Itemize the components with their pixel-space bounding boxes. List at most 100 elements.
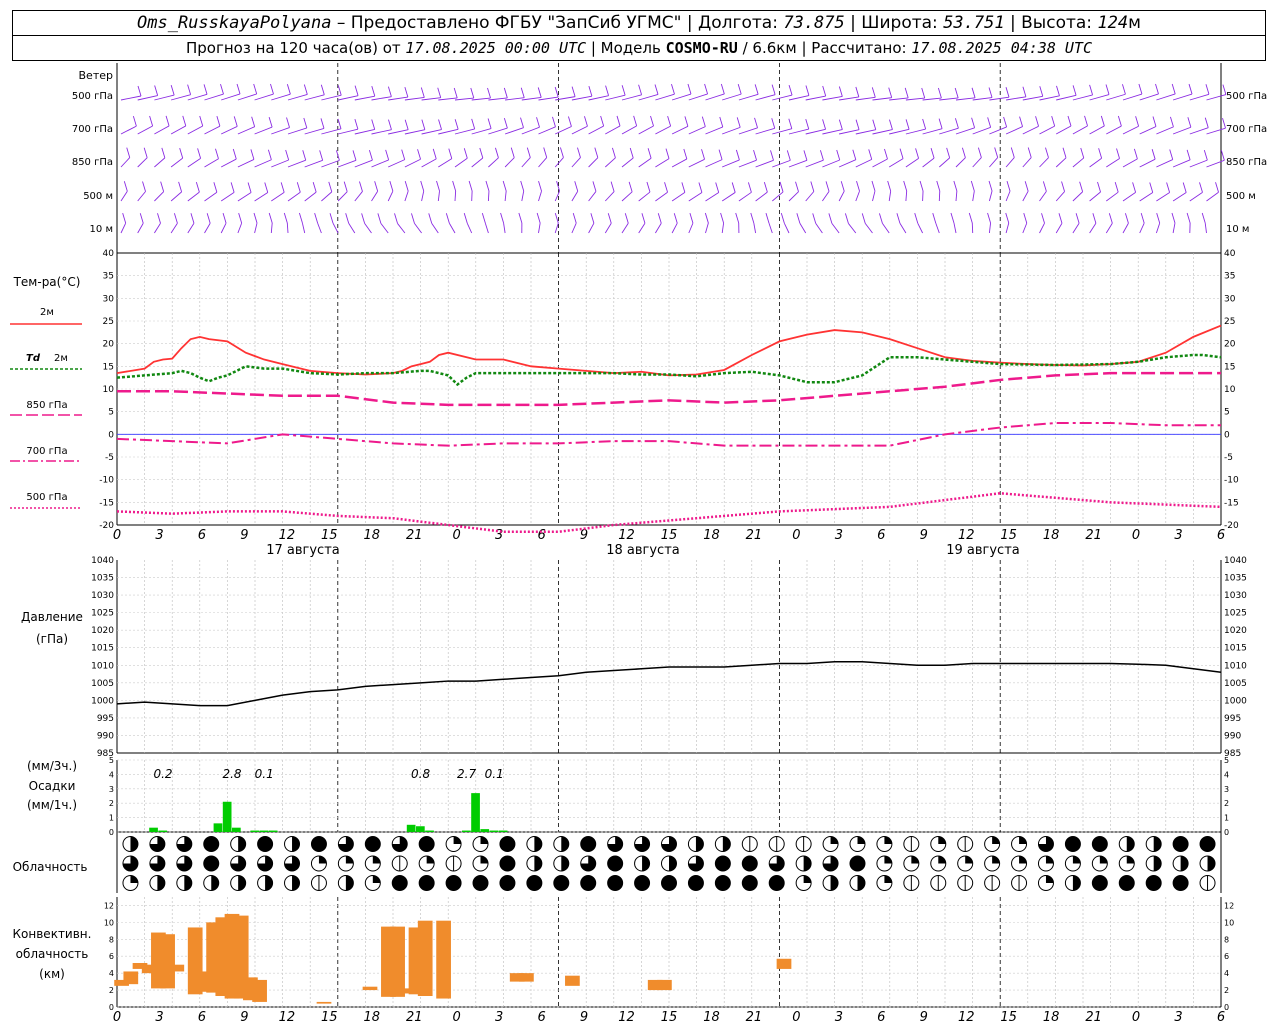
cloud-cover-full bbox=[1092, 836, 1108, 852]
temp-ytick-right: 10 bbox=[1224, 385, 1236, 395]
wind-barb-shaft bbox=[154, 125, 170, 135]
wind-barb-shaft bbox=[187, 223, 195, 234]
hour-tick-conv: 15 bbox=[1000, 1010, 1017, 1024]
wind-barb-shaft bbox=[864, 223, 873, 234]
wind-barb-shaft bbox=[504, 127, 524, 135]
hour-tick-conv: 9 bbox=[240, 1010, 248, 1024]
conv-cloud-bar bbox=[390, 926, 405, 997]
wind-barb-shaft bbox=[271, 93, 291, 101]
wind-barb-feather bbox=[904, 87, 909, 99]
conv-cloud-bar bbox=[657, 979, 672, 991]
hour-tick-conv: 6 bbox=[537, 1010, 545, 1024]
precip-annotation: 2.8 bbox=[222, 767, 241, 781]
wind-barb-feather bbox=[404, 86, 409, 98]
hour-tick-temp: 0 bbox=[113, 528, 121, 543]
wind-barb-feather bbox=[1151, 149, 1156, 160]
wind-barb-feather bbox=[495, 147, 499, 158]
wind-barb-feather bbox=[1188, 83, 1193, 95]
cloud-cover-sector bbox=[292, 875, 300, 891]
wind-barb-feather bbox=[253, 83, 258, 95]
wind-barb-feather bbox=[687, 83, 692, 95]
wind-barb-feather bbox=[903, 180, 908, 192]
wind-barb-shaft bbox=[338, 95, 359, 101]
wind-barb-feather bbox=[1035, 116, 1039, 127]
cloud-cover-full bbox=[419, 836, 435, 852]
wind-barb-feather bbox=[454, 119, 459, 130]
wind-barb-shaft bbox=[755, 94, 776, 101]
wind-barb-shaft bbox=[301, 222, 306, 234]
wind-barb-feather bbox=[543, 147, 548, 158]
wind-barb-feather bbox=[270, 83, 274, 95]
wind-barb-feather bbox=[122, 213, 127, 224]
wind-barb-feather bbox=[1005, 212, 1010, 224]
wind-barb-feather bbox=[385, 149, 390, 161]
cloud-cover-full bbox=[607, 856, 623, 871]
wind-barb-feather bbox=[765, 212, 770, 224]
cloud-cover-sector bbox=[992, 856, 1000, 864]
hour-tick-conv: 0 bbox=[1132, 1010, 1140, 1024]
wind-barb-shaft bbox=[805, 191, 815, 202]
wind-barb-shaft bbox=[1005, 222, 1010, 234]
wind-barb-feather bbox=[1204, 117, 1209, 128]
wind-barb-shaft bbox=[1206, 191, 1219, 202]
temp-ytick-left: 40 bbox=[103, 249, 115, 259]
pressure-unit-label: (гПа) bbox=[36, 632, 68, 646]
precip-bar bbox=[498, 830, 508, 832]
wind-barb-shaft bbox=[1039, 125, 1055, 135]
wind-barb-feather bbox=[899, 148, 904, 159]
hour-tick-conv: 6 bbox=[1217, 1010, 1225, 1024]
cloud-cover-full bbox=[1065, 836, 1081, 852]
wind-barb-feather bbox=[154, 85, 159, 96]
wind-barb-feather bbox=[312, 181, 317, 193]
hour-tick-conv: 18 bbox=[363, 1010, 380, 1024]
conv-cloud-bar bbox=[417, 920, 433, 996]
temp-ytick-right: 0 bbox=[1224, 430, 1230, 440]
temp-ytick-right: 20 bbox=[1224, 340, 1236, 350]
wind-barb-feather bbox=[268, 116, 273, 128]
wind-barb-feather bbox=[1132, 182, 1137, 193]
pressure-ytick-right: 1000 bbox=[1224, 696, 1247, 706]
hour-tick-temp: 15 bbox=[321, 528, 338, 543]
cloud-cover-sector bbox=[911, 856, 919, 864]
wind-barb-feather bbox=[487, 118, 492, 129]
cloud-cover-sector bbox=[803, 875, 812, 883]
cloud-cover-full bbox=[203, 836, 219, 852]
temp-ytick-right: 25 bbox=[1224, 317, 1235, 327]
wind-barb-feather bbox=[503, 87, 508, 99]
pressure-ytick-left: 1020 bbox=[91, 626, 114, 636]
cloud-cover-sector bbox=[184, 875, 192, 891]
wind-barb-feather bbox=[932, 212, 937, 224]
wind-barb-feather bbox=[485, 180, 490, 192]
wind-barb-feather bbox=[1084, 115, 1088, 127]
cloud-cover-sector bbox=[238, 836, 246, 852]
wind-barb-shaft bbox=[454, 190, 457, 202]
wind-barb-feather bbox=[170, 84, 175, 96]
wind-barb-shaft bbox=[604, 223, 612, 234]
wind-barb-feather bbox=[554, 86, 559, 98]
cloud-cover-full bbox=[715, 856, 731, 871]
wind-barb-feather bbox=[805, 85, 810, 96]
wind-barb-feather bbox=[1080, 147, 1085, 159]
wind-barb-feather bbox=[954, 118, 959, 129]
wind-barb-feather bbox=[836, 149, 841, 161]
wind-barb-shaft bbox=[1122, 223, 1129, 234]
wind-barb-shaft bbox=[1156, 93, 1176, 101]
hour-tick-temp: 9 bbox=[240, 528, 248, 543]
hour-tick-temp: 18 bbox=[703, 528, 720, 543]
wind-barb-feather bbox=[621, 85, 626, 96]
wind-barb-shaft bbox=[688, 158, 705, 168]
wind-barb-shaft bbox=[204, 223, 211, 234]
precip-bar bbox=[213, 823, 223, 832]
wind-barb-shaft bbox=[788, 191, 799, 202]
wind-barb-shaft bbox=[1139, 222, 1145, 234]
precip-bar bbox=[416, 826, 425, 832]
wind-barb-feather bbox=[1089, 84, 1094, 96]
wind-barb-shaft bbox=[414, 223, 422, 234]
wind-barb-shaft bbox=[872, 129, 893, 135]
wind-barb-feather bbox=[520, 180, 525, 192]
wind-barb-feather bbox=[302, 150, 307, 161]
wind-barb-feather bbox=[250, 149, 255, 160]
temp-ytick-left: -15 bbox=[99, 498, 114, 508]
wind-barb-feather bbox=[698, 182, 703, 193]
wind-barb-shaft bbox=[638, 94, 659, 101]
